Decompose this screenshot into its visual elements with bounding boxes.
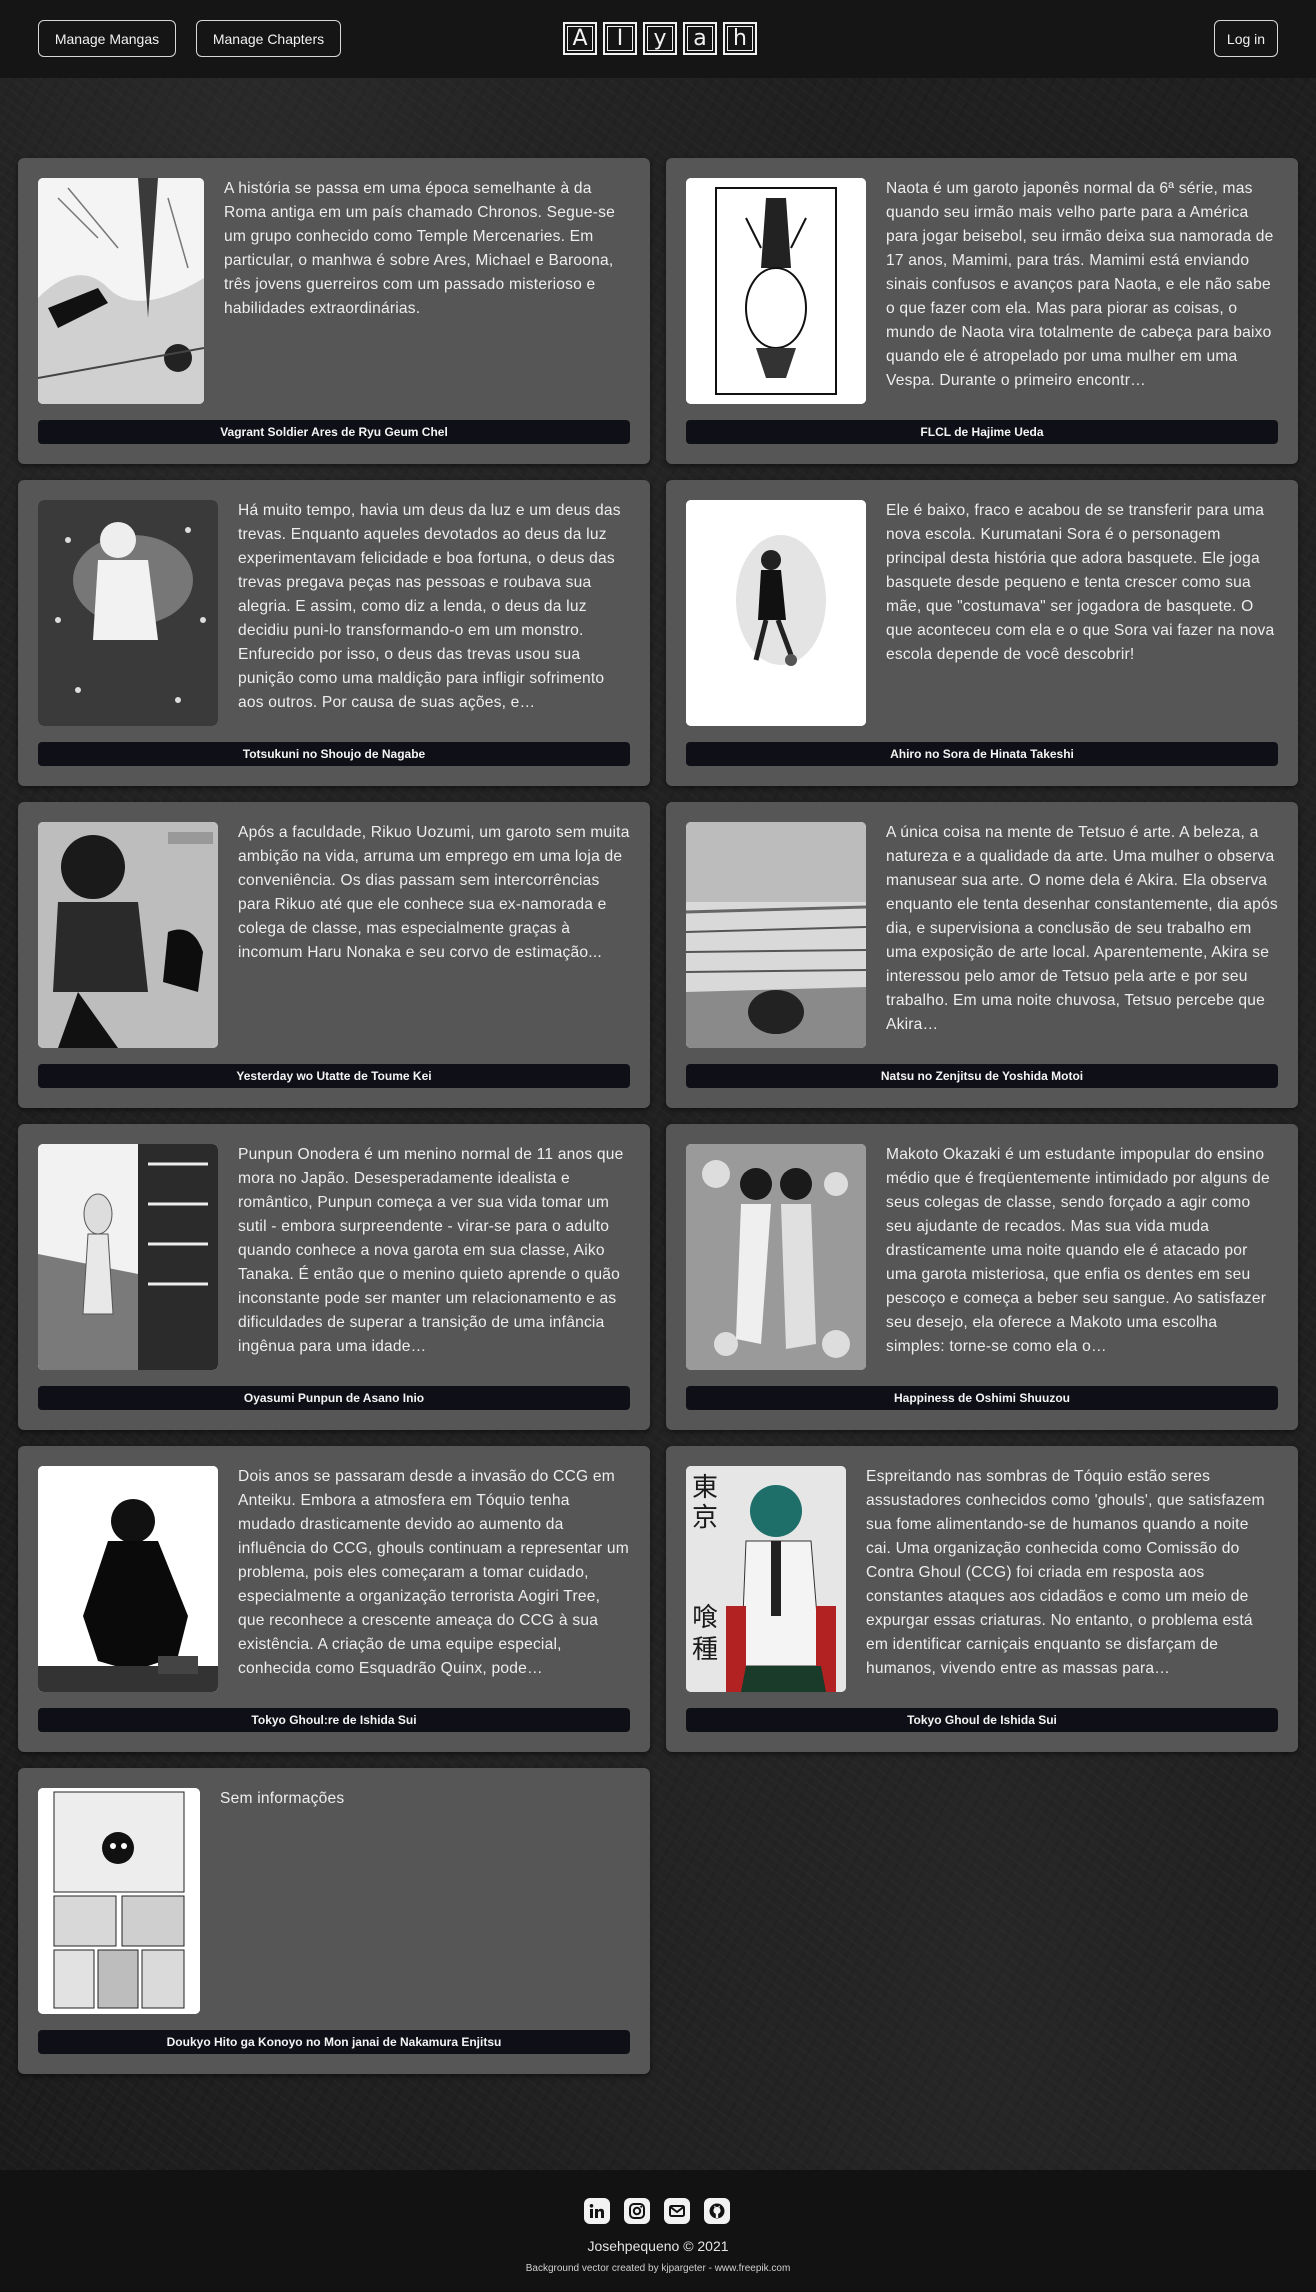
logo-letter: y: [643, 22, 677, 55]
instagram-icon[interactable]: [624, 2198, 650, 2224]
logo-letter: h: [723, 22, 757, 55]
manage-mangas-button[interactable]: Manage Mangas: [38, 20, 176, 57]
manga-title[interactable]: Tokyo Ghoul:re de Ishida Sui: [38, 1708, 630, 1732]
manga-card[interactable]: Há muito tempo, havia um deus da luz e u…: [18, 480, 650, 786]
copyright-text: Josehpequeno © 2021: [587, 2238, 729, 2254]
github-icon[interactable]: [704, 2198, 730, 2224]
manga-description: Naota é um garoto japonês normal da 6ª s…: [886, 180, 1274, 389]
background-credit: Background vector created by kjpargeter …: [525, 2263, 791, 2274]
manga-description: Ele é baixo, fraco e acabou de se transf…: [886, 502, 1275, 663]
manga-cover[interactable]: [686, 500, 866, 726]
manga-description: Após a faculdade, Rikuo Uozumi, um garot…: [238, 824, 630, 961]
site-logo[interactable]: A I y a h: [563, 22, 757, 55]
manga-cover[interactable]: 東 京 喰 種: [686, 1466, 846, 1692]
manga-description: A única coisa na mente de Tetsuo é arte.…: [886, 824, 1278, 1033]
manga-cover[interactable]: [38, 178, 204, 404]
manga-description: Sem informações: [220, 1790, 345, 1807]
svg-text:東: 東: [692, 1473, 718, 1503]
manga-title[interactable]: Yesterday wo Utatte de Toume Kei: [38, 1064, 630, 1088]
linkedin-icon[interactable]: [584, 2198, 610, 2224]
manga-title[interactable]: Vagrant Soldier Ares de Ryu Geum Chel: [38, 420, 630, 444]
svg-text:京: 京: [692, 1503, 718, 1533]
manga-title[interactable]: Natsu no Zenjitsu de Yoshida Motoi: [686, 1064, 1278, 1088]
social-links: [584, 2198, 730, 2224]
login-button[interactable]: Log in: [1214, 20, 1278, 57]
manga-title[interactable]: Oyasumi Punpun de Asano Inio: [38, 1386, 630, 1410]
manga-title[interactable]: FLCL de Hajime Ueda: [686, 420, 1278, 444]
svg-text:喰: 喰: [692, 1603, 718, 1633]
manga-card[interactable]: Ele é baixo, fraco e acabou de se transf…: [666, 480, 1298, 786]
manga-card[interactable]: A história se passa em uma época semelha…: [18, 158, 650, 464]
manga-card[interactable]: 東 京 喰 種 Espreitando nas sombras de Tóqui…: [666, 1446, 1298, 1752]
manga-title[interactable]: Ahiro no Sora de Hinata Takeshi: [686, 742, 1278, 766]
manga-cover[interactable]: [38, 1788, 200, 2014]
manga-cover[interactable]: [38, 1144, 218, 1370]
manga-description: Dois anos se passaram desde a invasão do…: [238, 1468, 629, 1677]
manga-title[interactable]: Tokyo Ghoul de Ishida Sui: [686, 1708, 1278, 1732]
manga-card[interactable]: Sem informações Doukyo Hito ga Konoyo no…: [18, 1768, 650, 2074]
manga-title[interactable]: Doukyo Hito ga Konoyo no Mon janai de Na…: [38, 2030, 630, 2054]
logo-letter: a: [683, 22, 717, 55]
manga-description: A história se passa em uma época semelha…: [224, 180, 615, 317]
mail-icon[interactable]: [664, 2198, 690, 2224]
manga-cover[interactable]: [686, 178, 866, 404]
manga-card[interactable]: Makoto Okazaki é um estudante impopular …: [666, 1124, 1298, 1430]
manga-description: Há muito tempo, havia um deus da luz e u…: [238, 502, 621, 711]
manga-description: Makoto Okazaki é um estudante impopular …: [886, 1146, 1270, 1355]
manga-cover[interactable]: [686, 1144, 866, 1370]
manga-description: Punpun Onodera é um menino normal de 11 …: [238, 1146, 624, 1355]
manage-chapters-button[interactable]: Manage Chapters: [196, 20, 341, 57]
manga-card[interactable]: A única coisa na mente de Tetsuo é arte.…: [666, 802, 1298, 1108]
footer: Josehpequeno © 2021 Background vector cr…: [0, 2170, 1316, 2292]
logo-letter: I: [603, 22, 637, 55]
svg-text:種: 種: [692, 1635, 718, 1665]
manga-title[interactable]: Happiness de Oshimi Shuuzou: [686, 1386, 1278, 1410]
manga-card[interactable]: Naota é um garoto japonês normal da 6ª s…: [666, 158, 1298, 464]
manga-cover[interactable]: [38, 1466, 218, 1692]
manga-cover[interactable]: [38, 822, 218, 1048]
manga-title[interactable]: Totsukuni no Shoujo de Nagabe: [38, 742, 630, 766]
manga-card[interactable]: Dois anos se passaram desde a invasão do…: [18, 1446, 650, 1752]
manga-cover[interactable]: [686, 822, 866, 1048]
logo-letter: A: [563, 22, 597, 55]
manga-card[interactable]: Punpun Onodera é um menino normal de 11 …: [18, 1124, 650, 1430]
manga-cover[interactable]: [38, 500, 218, 726]
manga-card[interactable]: Após a faculdade, Rikuo Uozumi, um garot…: [18, 802, 650, 1108]
manga-description: Espreitando nas sombras de Tóquio estão …: [866, 1468, 1265, 1677]
top-navbar: Manage Mangas Manage Chapters A I y a h …: [0, 0, 1316, 78]
